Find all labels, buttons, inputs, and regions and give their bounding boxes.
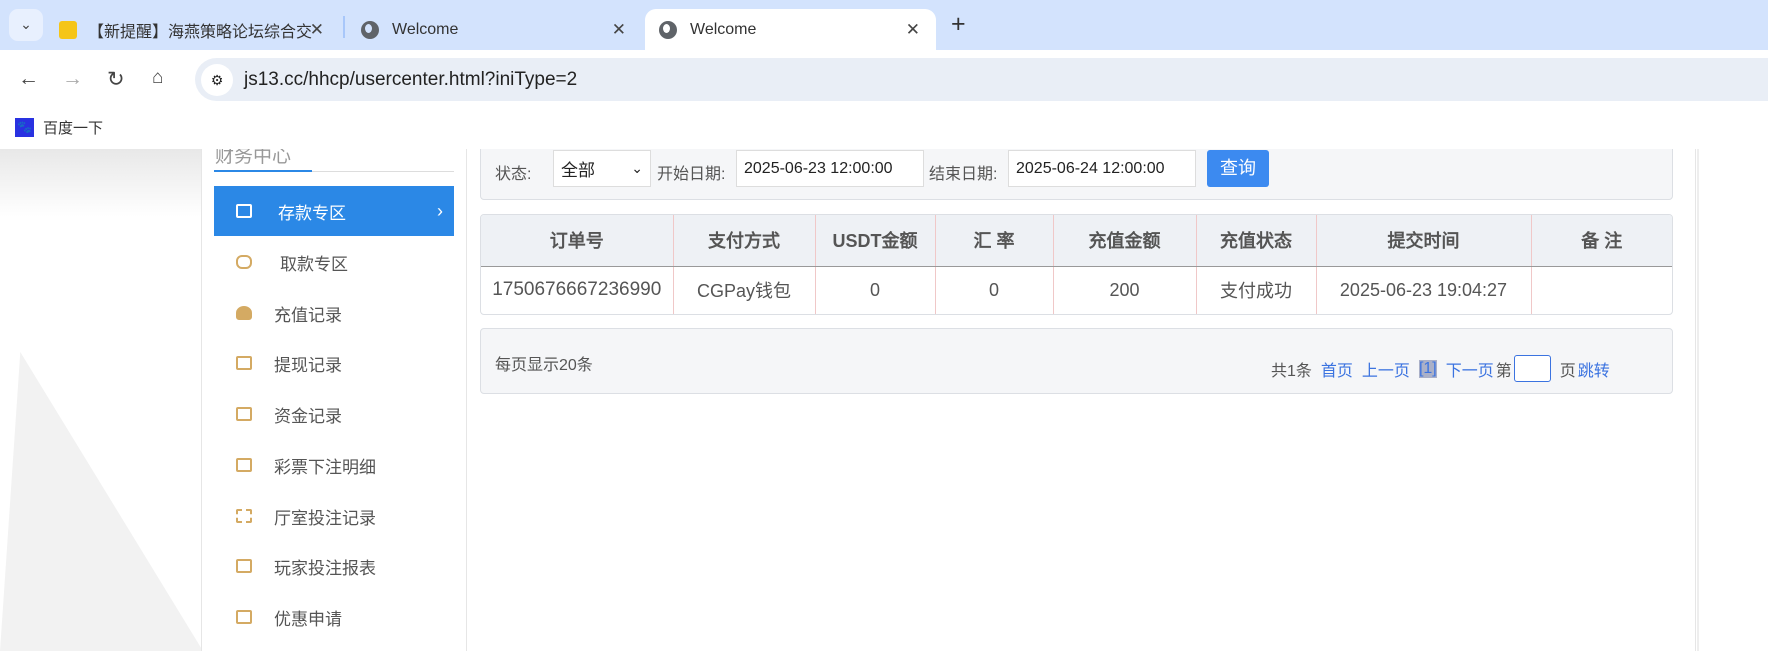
bookmarks-bar: 🐾 百度一下 (0, 108, 1768, 149)
close-tab-icon[interactable]: ✕ (310, 20, 324, 40)
table-row: 1750676667236990 CGPay钱包 0 0 200 支付成功 20… (481, 266, 1672, 314)
globe-icon (361, 20, 379, 39)
sidebar-item-promo[interactable]: 优惠申请 (214, 592, 454, 642)
chart-icon (236, 559, 252, 573)
pagination-bar: 每页显示20条 共1条 首页 上一页 [1] 下一页 第 页 跳转 (480, 328, 1673, 394)
start-date-input[interactable]: 2025-06-23 12:00:00 (736, 150, 924, 187)
chevron-down-icon: ⌄ (631, 160, 643, 176)
sidebar-item-fund-records[interactable]: 资金记录 (214, 389, 454, 439)
end-date-input[interactable]: 2025-06-24 12:00:00 (1008, 150, 1196, 187)
sidebar-item-player-report[interactable]: 玩家投注报表 (214, 541, 454, 591)
sidebar-item-hall-bets[interactable]: 厅室投注记录 (214, 491, 454, 541)
tab-strip: ⌄ 【新提醒】海燕策略论坛综合交 ✕ Welcome ✕ Welcome ✕ + (0, 0, 1768, 50)
site-settings-icon[interactable]: ⚙ (201, 63, 233, 96)
sidebar-item-withdraw[interactable]: 取款专区 (214, 237, 454, 287)
wallet-icon (236, 356, 252, 370)
globe-icon (659, 20, 677, 39)
status-select[interactable]: 全部 ⌄ (553, 150, 651, 187)
current-page: [1] (1418, 359, 1437, 378)
forward-icon[interactable]: → (62, 67, 83, 91)
sidebar-item-deposit[interactable]: 存款专区 › (214, 186, 454, 236)
jump-button[interactable]: 跳转 (1578, 357, 1610, 381)
close-tab-icon[interactable]: ✕ (612, 20, 626, 40)
home-icon[interactable]: ⌂ (152, 67, 163, 89)
forum-favicon (59, 20, 77, 39)
new-tab-button[interactable]: + (951, 10, 966, 39)
back-icon[interactable]: ← (18, 67, 39, 91)
tab-welcome-active[interactable]: Welcome ✕ (645, 9, 936, 50)
next-page-link[interactable]: 下一页 (1446, 357, 1494, 381)
sidebar-item-recharge-records[interactable]: 充值记录 (214, 288, 454, 338)
tab-forum[interactable]: 【新提醒】海燕策略论坛综合交 ✕ (45, 9, 340, 50)
first-page-link[interactable]: 首页 (1321, 357, 1353, 381)
address-bar[interactable]: ⚙ js13.cc/hhcp/usercenter.html?iniType=2 (195, 58, 1768, 101)
card-icon (236, 204, 252, 218)
close-tab-icon[interactable]: ✕ (906, 20, 920, 40)
table-header: 订单号 支付方式 USDT金额 汇 率 充值金额 充值状态 提交时间 备 注 (481, 215, 1672, 267)
tab-search-button[interactable]: ⌄ (9, 9, 43, 41)
bookmark-baidu[interactable]: 🐾 百度一下 (15, 117, 103, 138)
reload-icon[interactable]: ↻ (107, 67, 125, 92)
cash-icon (236, 407, 252, 421)
recharge-table: 订单号 支付方式 USDT金额 汇 率 充值金额 充值状态 提交时间 备 注 1… (480, 214, 1673, 315)
hand-money-icon (236, 255, 252, 269)
sidebar: 财务中心 存款专区 › 取款专区 充值记录 提现记录 资金记录 彩票下注明细 厅… (202, 146, 467, 651)
list-icon (236, 509, 252, 523)
toolbar: ← → ↻ ⌂ ⚙ js13.cc/hhcp/usercenter.html?i… (0, 50, 1768, 108)
query-button[interactable]: 查询 (1207, 150, 1269, 187)
page-number-input[interactable] (1513, 355, 1551, 382)
coupon-icon (236, 610, 252, 624)
list-card-icon (236, 458, 252, 472)
baidu-paw-icon: 🐾 (15, 118, 34, 137)
tab-welcome[interactable]: Welcome ✕ (347, 9, 642, 50)
sidebar-item-lottery-bets[interactable]: 彩票下注明细 (214, 440, 454, 490)
sidebar-item-withdraw-records[interactable]: 提现记录 (214, 338, 454, 388)
chevron-right-icon: › (437, 200, 443, 221)
user-center-card: 财务中心 存款专区 › 取款专区 充值记录 提现记录 资金记录 彩票下注明细 厅… (201, 138, 1696, 651)
prev-page-link[interactable]: 上一页 (1362, 357, 1410, 381)
page: 财务中心 存款专区 › 取款专区 充值记录 提现记录 资金记录 彩票下注明细 厅… (0, 138, 1768, 651)
money-bag-icon (236, 306, 252, 320)
